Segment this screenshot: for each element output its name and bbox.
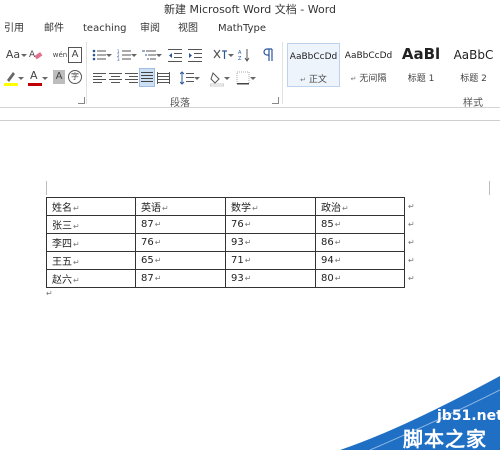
table-cell[interactable]: 政治↵ — [315, 197, 405, 216]
table-row: 张三↵ 87↵ 76↵ 85↵ — [46, 215, 405, 234]
increase-indent-icon[interactable] — [188, 46, 202, 64]
table-cell[interactable]: 数学↵ — [225, 197, 316, 216]
row-end-mark: ↵ — [408, 256, 415, 265]
table-row: 王五↵ 65↵ 71↵ 94↵ — [46, 251, 405, 270]
table-row: 李四↵ 76↵ 93↵ 86↵ — [46, 233, 405, 252]
paragraph-group-label: 段落 — [170, 98, 190, 109]
style-normal[interactable]: AaBbCcDd ↵ 正文 — [287, 43, 340, 87]
table-cell[interactable]: 94↵ — [315, 251, 405, 270]
table-cell[interactable]: 姓名↵ — [46, 197, 136, 216]
tab-mathtype[interactable]: MathType — [218, 20, 266, 38]
tab-references[interactable]: 引用 — [4, 20, 24, 38]
paragraph-mark: ↵ — [46, 289, 53, 298]
style-heading-2[interactable]: AaBbC 标题 2 — [447, 43, 500, 87]
style-no-spacing[interactable]: AaBbCcDd ↵ 无间隔 — [342, 43, 395, 87]
table-cell[interactable]: 86↵ — [315, 233, 405, 252]
svg-text:3: 3 — [117, 57, 120, 62]
table-cell[interactable]: 王五↵ — [46, 251, 136, 270]
table-cell[interactable]: 93↵ — [225, 233, 316, 252]
table-cell[interactable]: 87↵ — [135, 269, 226, 288]
ribbon-tabs: 引用 邮件 teaching 审阅 视图 MathType — [0, 20, 500, 40]
window-title: 新建 Microsoft Word 文档 - Word — [0, 0, 500, 20]
table-cell[interactable]: 71↵ — [225, 251, 316, 270]
font-dialog-launcher[interactable] — [78, 97, 85, 104]
phonetic-guide-icon[interactable]: wén — [52, 46, 68, 64]
borders-icon[interactable] — [236, 69, 256, 87]
table-cell[interactable]: 76↵ — [135, 233, 226, 252]
table-cell[interactable]: 英语↵ — [135, 197, 226, 216]
align-center-icon[interactable] — [109, 69, 122, 87]
align-right-icon[interactable] — [125, 69, 138, 87]
svg-text:Z: Z — [238, 56, 242, 62]
justify-icon[interactable] — [139, 68, 155, 87]
decrease-indent-icon[interactable] — [168, 46, 182, 64]
highlight-color-icon[interactable] — [4, 69, 24, 87]
show-formatting-marks-icon[interactable] — [262, 46, 274, 64]
row-end-mark: ↵ — [408, 274, 415, 283]
enclose-chars-button[interactable]: 字 — [68, 70, 82, 84]
group-separator — [282, 42, 283, 104]
tab-review[interactable]: 审阅 — [140, 20, 160, 38]
row-end-mark: ↵ — [408, 220, 415, 229]
table-cell[interactable]: 65↵ — [135, 251, 226, 270]
row-end-mark: ↵ — [408, 202, 415, 211]
bullets-icon[interactable] — [92, 46, 112, 64]
line-spacing-icon[interactable] — [180, 69, 200, 87]
table-cell[interactable]: 85↵ — [315, 215, 405, 234]
table-cell[interactable]: 87↵ — [135, 215, 226, 234]
tab-mailings[interactable]: 邮件 — [44, 20, 64, 38]
tab-teaching[interactable]: teaching — [83, 20, 127, 38]
char-shading-button[interactable]: A — [53, 70, 65, 84]
table-header-row: 姓名↵ 英语↵ 数学↵ 政治↵ — [46, 197, 405, 216]
tab-view[interactable]: 视图 — [178, 20, 198, 38]
margin-marker-left — [46, 181, 47, 195]
scores-table[interactable]: 姓名↵ 英语↵ 数学↵ 政治↵ 张三↵ 87↵ 76↵ 85↵ 李四↵ 76↵ … — [46, 197, 405, 288]
align-left-icon[interactable] — [93, 69, 106, 87]
distributed-align-icon[interactable] — [157, 69, 170, 87]
table-cell[interactable]: 李四↵ — [46, 233, 136, 252]
styles-group-label: 样式 — [463, 98, 483, 109]
clear-format-icon[interactable]: A — [28, 46, 44, 64]
group-separator — [86, 42, 87, 104]
multilevel-list-icon[interactable] — [142, 46, 162, 64]
numbering-icon[interactable]: 123 — [117, 46, 137, 64]
watermark-site: jb51.net — [437, 408, 500, 424]
shading-icon[interactable] — [210, 69, 230, 87]
styles-gallery: AaBbCcDd ↵ 正文 AaBbCcDd ↵ 无间隔 AaBl 标题 1 A… — [287, 43, 500, 87]
change-case-button[interactable]: Aa — [5, 46, 27, 64]
chinese-layout-icon[interactable] — [212, 46, 234, 64]
watermark-brand: 脚本之家 — [403, 427, 487, 450]
ruler-separator — [0, 120, 500, 121]
svg-text:A: A — [29, 50, 36, 60]
sort-icon[interactable]: AZ — [238, 46, 250, 64]
table-row: 赵六↵ 87↵ 93↵ 80↵ — [46, 269, 405, 288]
paragraph-dialog-launcher[interactable] — [272, 97, 279, 104]
table-cell[interactable]: 80↵ — [315, 269, 405, 288]
font-color-bar — [28, 83, 42, 86]
row-end-mark: ↵ — [408, 238, 415, 247]
style-heading-1[interactable]: AaBl 标题 1 — [397, 43, 445, 87]
char-border-button[interactable]: A — [68, 47, 82, 63]
table-cell[interactable]: 张三↵ — [46, 215, 136, 234]
font-color-button[interactable]: A — [28, 69, 48, 87]
table-cell[interactable]: 赵六↵ — [46, 269, 136, 288]
margin-marker-right — [489, 181, 490, 195]
table-cell[interactable]: 76↵ — [225, 215, 316, 234]
table-cell[interactable]: 93↵ — [225, 269, 316, 288]
